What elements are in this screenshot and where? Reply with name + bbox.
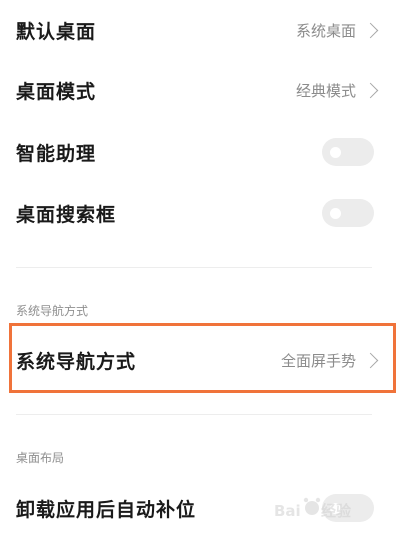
desktop-mode-value: 经典模式 bbox=[295, 81, 356, 100]
desktop-mode-title: 桌面模式 bbox=[16, 80, 97, 103]
desktop-search-row: 桌面搜索框 bbox=[0, 183, 400, 243]
svg-text:Bai: Bai bbox=[274, 502, 301, 520]
desktop-search-title: 桌面搜索框 bbox=[16, 203, 117, 226]
auto-fill-title: 卸载应用后自动补位 bbox=[16, 498, 197, 521]
chevron-right-icon bbox=[362, 22, 379, 38]
svg-text:经验: 经验 bbox=[321, 502, 352, 520]
desktop-mode-row[interactable]: 桌面模式 经典模式 bbox=[0, 60, 400, 120]
baidu-watermark-logo: Bai 经验 bbox=[274, 497, 352, 520]
layout-section-header: 桌面布局 bbox=[16, 451, 65, 465]
toggle-knob bbox=[330, 208, 341, 219]
smart-assistant-toggle[interactable] bbox=[322, 138, 374, 166]
default-desktop-title: 默认桌面 bbox=[16, 20, 97, 43]
desktop-search-toggle[interactable] bbox=[322, 199, 374, 227]
chevron-right-icon bbox=[362, 82, 379, 98]
default-desktop-row[interactable]: 默认桌面 系统桌面 bbox=[0, 0, 400, 60]
default-desktop-value: 系统桌面 bbox=[295, 21, 356, 40]
smart-assistant-title: 智能助理 bbox=[16, 142, 97, 165]
nav-section-header: 系统导航方式 bbox=[16, 304, 89, 318]
desktop-settings-screen: 默认桌面 系统桌面 桌面模式 经典模式 智能助理 桌面搜索框 系统导航方式 系统… bbox=[0, 0, 400, 537]
smart-assistant-row: 智能助理 bbox=[0, 122, 400, 182]
section-divider bbox=[16, 267, 372, 268]
toggle-knob bbox=[330, 147, 341, 158]
highlight-box bbox=[9, 323, 396, 393]
section-divider bbox=[16, 414, 372, 415]
